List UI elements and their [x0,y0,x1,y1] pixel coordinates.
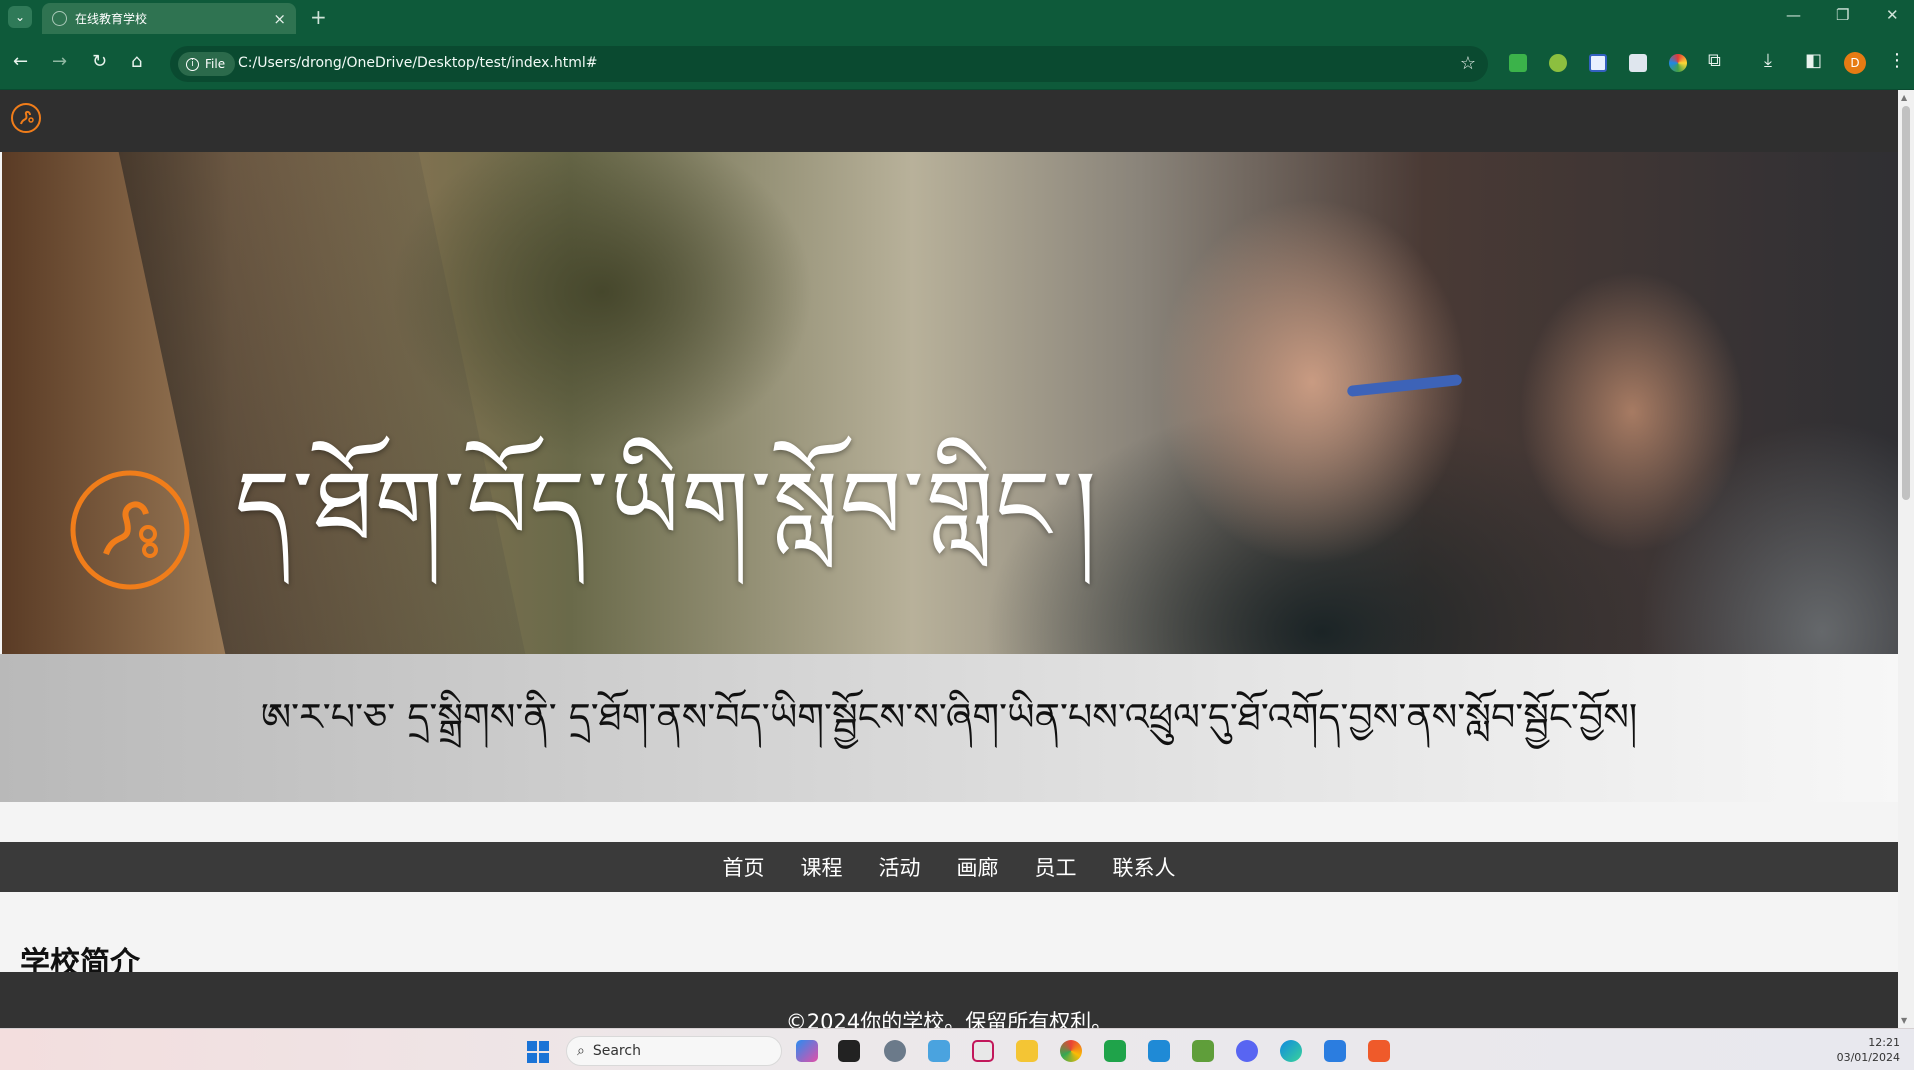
tagline-banner: ཨ་ར་པ་ཅ་ དྲ་སྒྲིགས་ནི་ དྲ་ཐོག་ནས་བོད་ཡིག… [0,654,1898,802]
info-icon: i [186,57,199,71]
taskbar-search-label: Search [592,1043,641,1059]
clock-date: 03/01/2024 [1836,1051,1900,1064]
side-panel-icon[interactable]: ◧ [1805,50,1822,71]
settings-icon[interactable] [884,1040,906,1062]
extension-download-icon[interactable] [1509,54,1527,72]
nav-link-staff[interactable]: 员工 [1035,852,1077,882]
address-bar[interactable]: i File C:/Users/drong/OneDrive/Desktop/t… [170,46,1488,82]
tab-close-icon[interactable]: × [273,10,286,28]
taskbar-search[interactable]: ⌕ Search [566,1036,782,1066]
forward-icon[interactable]: → [52,51,67,72]
browser-tab[interactable]: 在线教育学校 × [42,3,296,34]
windows-taskbar: ⌕ Search 12:21 03/01/2024 [0,1028,1914,1070]
tab-search-button[interactable]: ⌄ [8,6,32,28]
scroll-up-icon[interactable]: ▲ [1901,93,1907,102]
site-footer: ©2024你的学校。保留所有权利。 [0,972,1898,1028]
clock-time: 12:21 [1868,1036,1900,1049]
extension-leaf-icon[interactable] [1549,54,1567,72]
file-explorer-icon[interactable] [1016,1040,1038,1062]
site-header [0,90,1898,152]
new-tab-button[interactable]: + [310,5,327,29]
recorder-icon[interactable] [1368,1040,1390,1062]
restore-icon[interactable]: ❐ [1836,6,1849,24]
browser-tab-bar: ⌄ 在线教育学校 × + — ❐ ✕ [0,0,1914,34]
extensions-puzzle-icon[interactable]: ⧉ [1708,50,1721,71]
copilot-icon[interactable] [796,1040,818,1062]
hero-pen-shape [1346,374,1463,397]
camtasia-icon[interactable] [1104,1040,1126,1062]
main-navigation: 首页 课程 活动 画廊 员工 联系人 [0,842,1898,892]
minimize-icon[interactable]: — [1786,6,1801,24]
tab-favicon-icon [52,11,67,26]
web-page: ད་ཐོག་བོད་ཡིག་སློབ་གླིང་། ཨ་ར་པ་ཅ་ དྲ་སྒ… [0,90,1898,1028]
chrome-icon[interactable] [1060,1040,1082,1062]
page-scrollbar[interactable]: ▲ ▼ [1898,90,1914,1028]
reload-icon[interactable]: ↻ [92,51,107,72]
nav-link-contact[interactable]: 联系人 [1113,852,1176,882]
hero-seal-icon [70,470,190,590]
discord-icon[interactable] [1236,1040,1258,1062]
edge-icon[interactable] [1280,1040,1302,1062]
nav-link-courses[interactable]: 课程 [801,852,843,882]
extension-color-icon[interactable] [1669,54,1687,72]
site-logo-icon[interactable] [10,102,42,134]
tagline-text: ཨ་ར་པ་ཅ་ དྲ་སྒྲིགས་ནི་ དྲ་ཐོག་ནས་བོད་ཡིག… [260,694,1638,739]
notepad-plus-icon[interactable] [1192,1040,1214,1062]
browser-toolbar: ← → ↻ ⌂ i File C:/Users/drong/OneDrive/D… [0,34,1914,90]
snipping-tool-icon[interactable] [972,1040,994,1062]
browser-menu-icon[interactable]: ⋮ [1888,50,1906,71]
profile-avatar[interactable]: D [1844,52,1866,74]
system-clock[interactable]: 12:21 03/01/2024 [1830,1035,1900,1065]
nav-link-gallery[interactable]: 画廊 [957,852,999,882]
window-close-icon[interactable]: ✕ [1886,6,1899,24]
task-view-icon[interactable] [838,1040,860,1062]
scroll-down-icon[interactable]: ▼ [1901,1016,1907,1025]
photo-editor-icon[interactable] [1324,1040,1346,1062]
hero-banner-image: ད་ཐོག་བོད་ཡིག་སློབ་གླིང་། [2,152,1898,654]
footer-copyright: ©2024你的学校。保留所有权利。 [785,1010,1113,1028]
home-icon[interactable]: ⌂ [131,51,142,72]
photos-icon[interactable] [928,1040,950,1062]
scrollbar-thumb[interactable] [1902,106,1910,500]
site-info-label: File [205,57,226,71]
vscode-icon[interactable] [1148,1040,1170,1062]
tab-title: 在线教育学校 [75,12,148,26]
nav-link-home[interactable]: 首页 [723,852,765,882]
search-icon: ⌕ [577,1043,585,1059]
extension-save-icon[interactable] [1589,54,1607,72]
windows-start-icon[interactable] [527,1041,549,1063]
extension-image-icon[interactable] [1629,54,1647,72]
bookmark-star-icon[interactable]: ☆ [1460,53,1476,74]
back-icon[interactable]: ← [13,51,28,72]
address-text[interactable]: C:/Users/drong/OneDrive/Desktop/test/ind… [238,55,597,71]
hero-title: ད་ཐོག་བོད་ཡིག་སློབ་གླིང་། [235,450,1099,562]
downloads-icon[interactable]: ⤓ [1764,50,1772,71]
nav-link-activities[interactable]: 活动 [879,852,921,882]
site-info-chip[interactable]: i File [178,52,236,76]
